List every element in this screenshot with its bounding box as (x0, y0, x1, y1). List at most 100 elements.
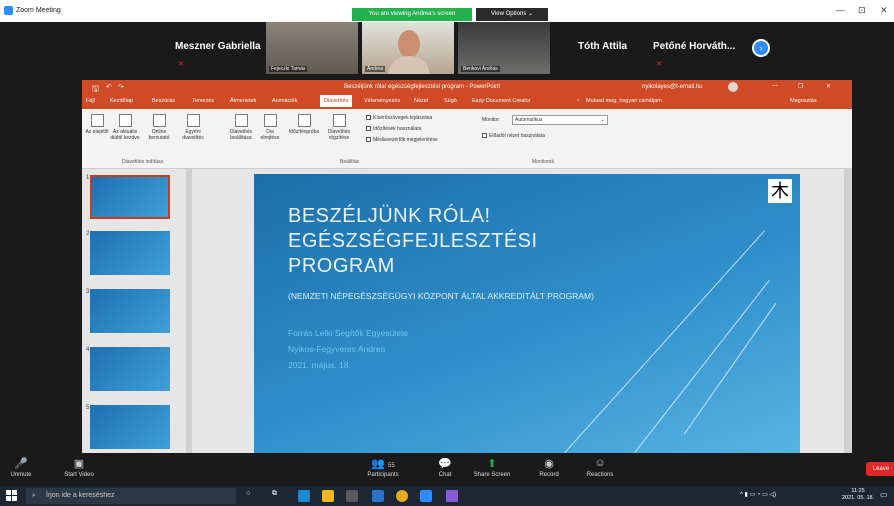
video-tile-label: Fejeczki Tamás (269, 66, 308, 72)
taskbar-search-input[interactable]: ⌕ Írjon ide a kereséshez (26, 488, 236, 504)
participant-name: Tóth Attila (578, 41, 628, 52)
tab-help[interactable]: Súgó (444, 98, 457, 104)
store-icon[interactable] (346, 490, 358, 502)
record-button[interactable]: ◉ Record (532, 457, 566, 478)
setup-show-button[interactable]: Diavetítés beállítása (226, 114, 256, 141)
tab-design[interactable]: Tervezés (192, 98, 214, 104)
hide-slide-button[interactable]: Dia elrejtése (258, 114, 282, 141)
lightbulb-icon: ♀ (576, 98, 581, 104)
slide-thumbnail[interactable] (90, 289, 170, 333)
file-explorer-icon[interactable] (322, 490, 334, 502)
tab-file[interactable]: Fájl (86, 98, 95, 104)
slide-subtitle: (NEMZETI NÉPEGÉSZSÉGÜGYI KÖZPONT ÁLTAL A… (288, 291, 594, 301)
user-avatar[interactable] (728, 82, 738, 92)
muted-mic-icon: ✕ (656, 61, 662, 68)
stage-scrollbar[interactable] (844, 169, 852, 453)
group-monitors: Monitorok (532, 159, 554, 165)
stopwatch-icon (297, 114, 311, 127)
slide-number: 2 (86, 231, 90, 237)
ribbon: Az elejétől Az aktuális diától kezdve On… (82, 109, 852, 169)
slide-thumbnail[interactable] (90, 231, 170, 275)
ppt-document-title: Beszéljünk róla! egészségfejlesztési pro… (344, 84, 501, 90)
ppt-minimize-icon[interactable]: — (772, 83, 778, 89)
tab-view[interactable]: Nézet (414, 98, 428, 104)
presenter-view-checkbox[interactable]: Előadói nézet használata (482, 133, 545, 139)
slide-title: BESZÉLJÜNK RÓLA! EGÉSZSÉGFEJLESZTÉSI PRO… (288, 205, 538, 277)
leave-button[interactable]: Leave (866, 462, 894, 476)
edge-icon[interactable] (298, 490, 310, 502)
system-tray-icons[interactable]: ^ ▮ ▭ ◔ ▭ ◁) (740, 491, 776, 498)
ribbon-tabs: Fájl Kezdőlap Beszúrás Tervezés Átmenete… (82, 94, 852, 109)
present-online-icon (152, 114, 166, 127)
narration-checkbox[interactable]: Kísérőszövegek lejátszása (366, 115, 432, 121)
chevron-right-icon[interactable]: › (752, 39, 770, 57)
media-controls-checkbox[interactable]: Médiavezérlők megjelenítése (366, 137, 438, 143)
reactions-button[interactable]: ☺ Reactions (580, 457, 620, 478)
windows-start-icon[interactable] (6, 490, 18, 502)
cortana-icon[interactable]: ○ (246, 490, 250, 497)
group-setup: Beállítás (340, 159, 360, 165)
decorative-line (683, 303, 777, 435)
current-slide[interactable]: ⽊ BESZÉLJÜNK RÓLA! EGÉSZSÉGFEJLESZTÉSI P… (254, 174, 800, 453)
video-tile-active[interactable]: Andrea (362, 22, 454, 74)
video-tile[interactable]: Fejeczki Tamás (266, 22, 358, 74)
view-options-button[interactable]: View Options ⌄ (476, 8, 548, 21)
slide-author: Nyikos-Fegyveres Andrea (288, 344, 386, 354)
from-beginning-button[interactable]: Az elejétől (84, 114, 110, 135)
tab-home[interactable]: Kezdőlap (110, 98, 133, 104)
minimize-button[interactable]: — (836, 5, 845, 15)
record-icon (332, 114, 346, 127)
hide-slide-icon (263, 114, 277, 127)
slide-number: 5 (86, 405, 90, 411)
tab-animations[interactable]: Animációk (272, 98, 297, 104)
slide-thumbnail[interactable] (90, 405, 170, 449)
setup-show-icon (234, 114, 248, 127)
timings-checkbox[interactable]: Időzítések használata (366, 126, 421, 132)
group-start-slideshow: Diavetítés indítása (122, 159, 164, 165)
tab-transitions[interactable]: Átmenetek (230, 98, 256, 104)
task-view-icon[interactable]: ⧉ (272, 490, 277, 498)
from-current-button[interactable]: Az aktuális diától kezdve (110, 114, 140, 141)
custom-show-button[interactable]: Egyéni diavetítés (178, 114, 208, 141)
record-slideshow-button[interactable]: Diavetítés rögzítése (322, 114, 356, 141)
organization-logo: ⽊ (768, 179, 792, 203)
chat-button[interactable]: 💬 Chat (430, 457, 460, 478)
start-video-button[interactable]: ▣ Start Video (56, 457, 102, 478)
user-email: nyikolayes@t-email.hu (642, 84, 703, 90)
slide-number: 3 (86, 289, 90, 295)
ppt-close-icon[interactable]: ✕ (826, 83, 831, 90)
share-button[interactable]: Megosztás (790, 98, 817, 104)
windows-taskbar: ⌕ Írjon ide a kereséshez ○ ⧉ ^ ▮ ▭ ◔ ▭ ◁… (0, 486, 894, 506)
slide-number: 1 (86, 175, 90, 181)
ppt-restore-icon[interactable]: ❐ (798, 83, 803, 90)
chrome-icon[interactable] (396, 490, 408, 502)
slide-editor-stage: ⽊ BESZÉLJÜNK RÓLA! EGÉSZSÉGFEJLESZTÉSI P… (192, 169, 852, 453)
tab-review[interactable]: Véleményezés (364, 98, 400, 104)
participants-icon: 👥 55 (371, 458, 395, 470)
participant-name: Meszner Gabriella (175, 41, 261, 52)
share-screen-button[interactable]: ⬆ Share Screen (470, 457, 514, 478)
undo-icon[interactable]: ↶ (106, 83, 112, 91)
redo-icon[interactable]: ↷ (118, 83, 124, 91)
video-tile[interactable]: Benkovi András (458, 22, 550, 74)
zoom-icon[interactable] (420, 490, 432, 502)
share-screen-icon: ⬆ (487, 458, 497, 470)
ppt-title-bar: 🖫 ↶ ↷ Beszéljünk róla! egészségfejleszté… (82, 80, 852, 94)
slide-thumbnail[interactable] (90, 347, 170, 391)
unmute-button[interactable]: 🎤 Unmute (4, 457, 38, 478)
maximize-button[interactable]: ⊡ (858, 5, 866, 16)
slide-thumbnail-selected[interactable] (90, 175, 170, 219)
tab-insert[interactable]: Beszúrás (152, 98, 175, 104)
notification-icon[interactable]: ▭ (880, 490, 888, 499)
monitor-select[interactable]: Automatikus ⌄ (512, 115, 608, 125)
online-present-button[interactable]: Online bemutató (144, 114, 174, 141)
close-button[interactable]: ✕ (880, 5, 888, 16)
tab-slideshow[interactable]: Diavetítés (320, 95, 353, 107)
tell-me-box[interactable]: Mutasd meg, hogyan csináljam (586, 98, 662, 104)
tab-easy-document-creator[interactable]: Easy Document Creator (472, 98, 531, 104)
taskbar-clock[interactable]: 11:25 2021. 05. 18. (842, 488, 874, 502)
mail-icon[interactable] (372, 490, 384, 502)
rehearse-timings-button[interactable]: Időzítéspróba (288, 114, 320, 135)
app-icon[interactable] (446, 490, 458, 502)
participants-button[interactable]: 👥 55 Participants (358, 457, 408, 478)
